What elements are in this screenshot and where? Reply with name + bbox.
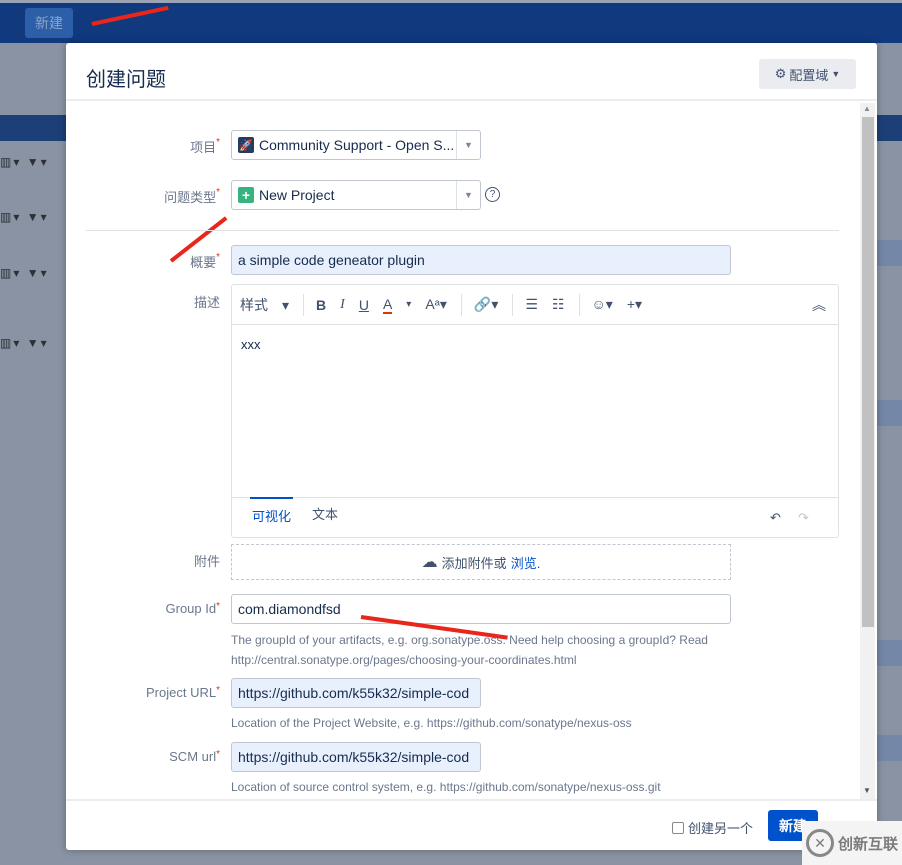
bullet-list-icon[interactable]: ☰ xyxy=(525,296,538,313)
collapse-toolbar-icon[interactable]: ︽ xyxy=(812,295,826,315)
more-formatting-icon[interactable]: Aᵃ▾ xyxy=(425,296,447,313)
background-stripe xyxy=(877,735,902,761)
background-stripe xyxy=(877,400,902,426)
scm-url-label: SCM url* xyxy=(169,749,220,764)
insert-plus-icon[interactable]: +▾ xyxy=(627,296,642,313)
summary-label: 概要* xyxy=(190,252,220,270)
chevron-down-icon: ▼ xyxy=(831,69,841,79)
redo-icon[interactable]: ↷ xyxy=(798,510,809,526)
dialog-title: 创建问题 xyxy=(86,69,166,91)
bold-icon[interactable]: B xyxy=(316,297,326,313)
project-url-label: Project URL* xyxy=(146,685,220,700)
background-filter-icons: ▥▾ ▼▾ xyxy=(0,336,49,350)
tab-text[interactable]: 文本 xyxy=(312,504,338,523)
editor-toolbar: 样式 ▾ B I U A ▾ Aᵃ▾ 🔗▾ ☰ ☷ ☺▾ +▾ ︽ xyxy=(232,285,838,325)
chevron-down-icon: ▼ xyxy=(456,181,480,209)
group-id-label: Group Id* xyxy=(165,601,221,616)
tab-visual[interactable]: 可视化 xyxy=(250,497,294,525)
summary-input[interactable]: a simple code geneator plugin xyxy=(231,245,731,275)
text-style-dropdown[interactable]: 样式 ▾ xyxy=(240,295,289,315)
create-another-checkbox[interactable]: 创建另一个 xyxy=(672,818,753,837)
group-id-input[interactable]: com.diamondfsd xyxy=(231,594,731,624)
divider xyxy=(66,99,877,101)
gear-icon: ⚙ xyxy=(774,66,787,81)
underline-icon[interactable]: U xyxy=(359,297,369,313)
create-issue-dialog: 创建问题 ⚙ 配置域 ▼ 项目* 🚀 Community Support - Op… xyxy=(66,43,877,850)
description-content[interactable]: xxx xyxy=(241,337,261,352)
chevron-down-icon: ▼ xyxy=(456,131,480,159)
cloud-upload-icon: ☁ xyxy=(421,554,438,571)
link-icon[interactable]: 🔗▾ xyxy=(474,296,498,313)
numbered-list-icon[interactable]: ☷ xyxy=(552,296,565,313)
scm-url-input[interactable]: https://github.com/k55k32/simple-cod xyxy=(231,742,481,772)
project-url-help: Location of the Project Website, e.g. ht… xyxy=(231,716,632,730)
project-url-input[interactable]: https://github.com/k55k32/simple-cod xyxy=(231,678,481,708)
issue-type-label: 问题类型* xyxy=(164,187,220,205)
text-color-icon[interactable]: A xyxy=(382,296,393,314)
background-filter-icons: ▥▾ ▼▾ xyxy=(0,266,49,280)
project-select[interactable]: 🚀 Community Support - Open S... ▼ xyxy=(231,130,481,160)
configure-fields-button[interactable]: ⚙ 配置域 ▼ xyxy=(759,59,856,89)
scrollbar-thumb[interactable] xyxy=(862,117,874,627)
background-stripe xyxy=(877,640,902,666)
divider xyxy=(86,230,839,231)
background-filter-icons: ▥▾ ▼▾ xyxy=(0,155,49,169)
description-editor[interactable]: 样式 ▾ B I U A ▾ Aᵃ▾ 🔗▾ ☰ ☷ ☺▾ +▾ ︽ xxx 可视化… xyxy=(231,284,839,538)
scroll-up-icon[interactable]: ▲ xyxy=(863,104,871,113)
chevron-down-icon[interactable]: ▾ xyxy=(406,299,411,310)
rocket-icon: 🚀 xyxy=(238,137,254,153)
project-label: 项目* xyxy=(190,137,220,155)
emoji-icon[interactable]: ☺▾ xyxy=(592,296,613,313)
description-label: 描述 xyxy=(193,295,220,310)
browse-link[interactable]: 浏览. xyxy=(511,553,541,572)
attachment-dropzone[interactable]: ☁ 添加附件或 浏览. xyxy=(231,544,731,580)
help-icon[interactable]: ? xyxy=(485,187,500,202)
plus-icon: + xyxy=(238,187,254,203)
divider xyxy=(66,799,877,801)
background-filter-icons: ▥▾ ▼▾ xyxy=(0,210,49,224)
checkbox-icon[interactable] xyxy=(672,821,684,834)
group-id-help: The groupId of your artifacts, e.g. org.… xyxy=(231,633,708,667)
editor-mode-tabs: 可视化 文本 ↶ ↷ xyxy=(232,497,838,538)
create-button[interactable]: 新建 xyxy=(25,8,73,38)
scm-url-help: Location of source control system, e.g. … xyxy=(231,780,661,794)
background-stripe xyxy=(877,240,902,266)
attachment-label: 附件 xyxy=(193,554,220,569)
scroll-down-icon[interactable]: ▼ xyxy=(863,786,871,795)
watermark-logo: ✕ 创新互联 xyxy=(802,821,902,865)
undo-icon[interactable]: ↶ xyxy=(770,510,781,526)
issue-type-select[interactable]: + New Project ▼ xyxy=(231,180,481,210)
italic-icon[interactable]: I xyxy=(340,297,345,313)
top-navigation-bar xyxy=(0,0,902,43)
